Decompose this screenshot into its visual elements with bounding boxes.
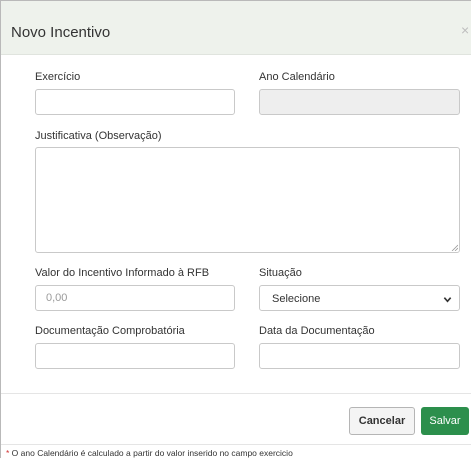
footnote-text: O ano Calendário é calculado a partir do… <box>9 448 293 458</box>
footer-divider <box>1 393 471 394</box>
justificativa-wrapper <box>35 147 460 253</box>
ano-calendario-label: Ano Calendário <box>259 71 335 83</box>
footnote: * O ano Calendário é calculado a partir … <box>6 448 293 458</box>
situacao-selected-value: Selecione <box>272 293 321 305</box>
documentacao-label: Documentação Comprobatória <box>35 325 185 337</box>
valor-incentivo-input[interactable] <box>35 285 235 311</box>
save-button[interactable]: Salvar <box>421 407 469 435</box>
ano-calendario-input <box>259 89 460 115</box>
footnote-divider <box>1 444 471 445</box>
cancel-button[interactable]: Cancelar <box>349 407 415 435</box>
situacao-select[interactable]: Selecione <box>259 285 460 311</box>
new-incentive-modal: Novo Incentivo × Exercício Ano Calendári… <box>0 0 471 458</box>
chevron-down-icon <box>443 297 452 303</box>
valor-incentivo-label: Valor do Incentivo Informado à RFB <box>35 267 210 279</box>
documentacao-input[interactable] <box>35 343 235 369</box>
justificativa-textarea[interactable] <box>35 147 460 253</box>
exercicio-label: Exercício <box>35 71 81 83</box>
exercicio-input[interactable] <box>35 89 235 115</box>
resize-grip-icon[interactable] <box>451 244 458 251</box>
modal-header: Novo Incentivo × <box>1 1 471 55</box>
data-documentacao-label: Data da Documentação <box>259 325 375 337</box>
justificativa-label: Justificativa (Observação) <box>35 130 162 142</box>
modal-title: Novo Incentivo <box>11 24 111 41</box>
close-icon[interactable]: × <box>461 22 469 38</box>
situacao-label: Situação <box>259 267 302 279</box>
data-documentacao-input[interactable] <box>259 343 460 369</box>
